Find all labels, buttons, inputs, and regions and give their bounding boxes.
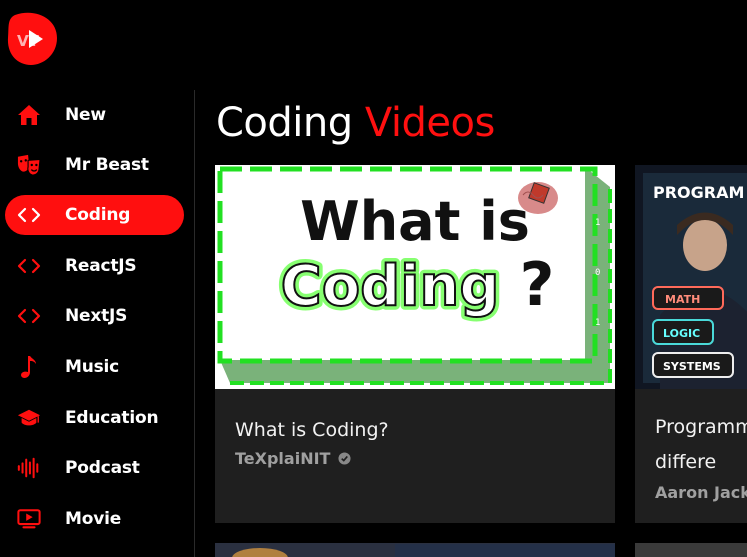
channel-label: Aaron Jack: [655, 483, 747, 502]
sidebar-item-nextjs[interactable]: NextJS: [5, 296, 184, 336]
channel-name[interactable]: Aaron Jack: [655, 483, 747, 502]
svg-text:1: 1: [595, 318, 600, 328]
video-thumbnail[interactable]: PROGRAM MATH LOGIC SYSTEMS: [635, 165, 747, 389]
sidebar-item-label: Podcast: [65, 458, 140, 478]
home-icon: [17, 103, 41, 127]
sidebar-item-label: ReactJS: [65, 256, 137, 276]
svg-text:PROGRAM: PROGRAM: [653, 183, 744, 202]
svg-text:0: 0: [595, 268, 600, 278]
svg-text:Coding: Coding: [281, 254, 500, 319]
code-icon: [17, 203, 41, 227]
thumbnail-art: [232, 544, 615, 557]
app-logo[interactable]: VT: [5, 10, 60, 66]
sidebar-item-label: Mr Beast: [65, 155, 149, 175]
music-note-icon: [17, 355, 41, 379]
svg-text:MATH: MATH: [665, 293, 700, 306]
app-window: VT New Mr Beast Coding ReactJS NextJS Mu…: [0, 0, 747, 557]
video-card[interactable]: 1 0 1 What is Coding Coding ? What is Co…: [215, 165, 615, 523]
sidebar: New Mr Beast Coding ReactJS NextJS Music…: [0, 90, 195, 557]
page-title-primary: Coding: [216, 100, 353, 146]
sidebar-item-mr-beast[interactable]: Mr Beast: [5, 145, 184, 185]
video-card-partial[interactable]: [635, 543, 747, 557]
sidebar-item-label: Coding: [65, 205, 131, 225]
page-title-accent: Videos: [364, 100, 495, 146]
svg-text:SYSTEMS: SYSTEMS: [663, 360, 721, 373]
sidebar-item-label: NextJS: [65, 306, 128, 326]
svg-text:1: 1: [595, 218, 600, 228]
sidebar-item-movie[interactable]: Movie: [5, 499, 184, 539]
sidebar-item-label: Movie: [65, 509, 122, 529]
sidebar-item-music[interactable]: Music: [5, 347, 184, 387]
waveform-icon: [17, 456, 41, 480]
code-icon: [17, 254, 41, 278]
sidebar-item-label: Music: [65, 357, 120, 377]
graduation-cap-icon: [17, 406, 41, 430]
sidebar-item-label: Education: [65, 408, 159, 428]
sidebar-item-label: New: [65, 105, 106, 125]
theater-masks-icon: [17, 153, 41, 177]
verified-icon: [338, 452, 351, 465]
sidebar-item-coding[interactable]: Coding: [5, 195, 184, 235]
logo-icon: VT: [7, 12, 58, 66]
svg-text:?: ?: [520, 250, 555, 320]
svg-text:What is: What is: [300, 190, 530, 253]
thumbnail-art: PROGRAM MATH LOGIC SYSTEMS: [635, 165, 747, 389]
sidebar-item-education[interactable]: Education: [5, 398, 184, 438]
video-title[interactable]: Programm the differe: [655, 410, 747, 480]
svg-text:LOGIC: LOGIC: [663, 327, 700, 340]
video-card[interactable]: PROGRAM MATH LOGIC SYSTEMS Programm the …: [635, 165, 747, 523]
video-title[interactable]: What is Coding?: [235, 413, 389, 448]
thumbnail-art: 1 0 1 What is Coding Coding ?: [215, 165, 615, 389]
page-title: Coding Videos: [216, 100, 495, 146]
video-card-partial[interactable]: [215, 543, 615, 557]
sidebar-item-podcast[interactable]: Podcast: [5, 448, 184, 488]
video-thumbnail[interactable]: 1 0 1 What is Coding Coding ?: [215, 165, 615, 389]
channel-label: TeXplaiNIT: [235, 449, 331, 468]
sidebar-item-reactjs[interactable]: ReactJS: [5, 246, 184, 286]
tv-play-icon: [17, 507, 41, 531]
sidebar-item-new[interactable]: New: [5, 95, 184, 135]
code-icon: [17, 304, 41, 328]
channel-name[interactable]: TeXplaiNIT: [235, 449, 351, 468]
